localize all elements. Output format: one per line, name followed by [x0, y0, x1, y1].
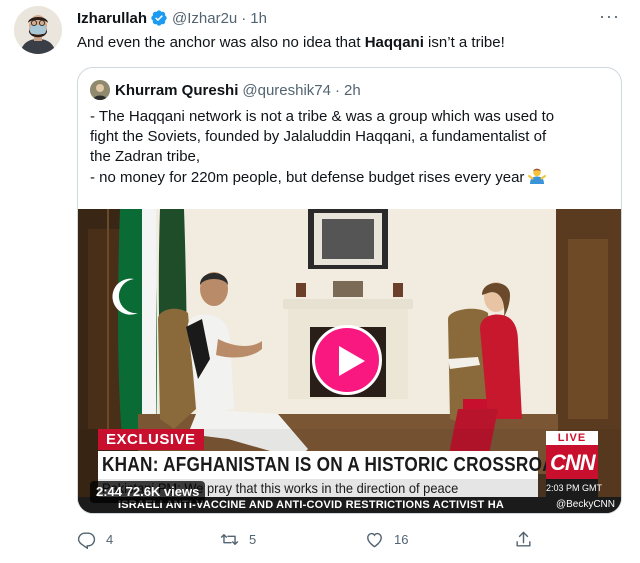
- reply-icon: [77, 531, 96, 549]
- retweet-button[interactable]: 5: [220, 527, 256, 551]
- tweet-text-bold: Haqqani: [364, 34, 424, 51]
- quoted-tweet-text: - The Haqqani network is not a tribe & w…: [90, 107, 609, 188]
- quoted-text-line: - no money for 220m people, but defense …: [90, 167, 609, 188]
- tweet-header: Izharullah @Izhar2u · 1h ···: [77, 7, 620, 29]
- video-player[interactable]: EXCLUSIVE KHAN: AFGHANISTAN IS ON A HIST…: [78, 209, 621, 513]
- cnn-logo: CNN: [550, 450, 596, 475]
- more-options-icon[interactable]: ···: [599, 7, 620, 25]
- quoted-text-line: - The Haqqani network is not a tribe & w…: [90, 108, 555, 125]
- broadcast-clock: 2:03 PM GMT: [546, 479, 602, 497]
- author-avatar[interactable]: [14, 6, 62, 54]
- quoted-tweet-header: Khurram Qureshi @qureshik74 · 2h: [90, 79, 361, 101]
- tweet: Izharullah @Izhar2u · 1h ··· And even th…: [0, 0, 640, 563]
- video-duration-views: 2:44 72.6K views: [90, 481, 206, 503]
- play-button[interactable]: [312, 325, 382, 395]
- like-count: 16: [394, 531, 409, 547]
- verified-badge-icon: [150, 9, 168, 27]
- heart-icon: [367, 532, 382, 547]
- retweet-icon: [220, 533, 239, 545]
- quoted-author-avatar: [90, 80, 110, 100]
- news-headline: KHAN: AFGHANISTAN IS ON A HISTORIC CROSS…: [102, 454, 580, 476]
- like-button[interactable]: 16: [365, 527, 408, 551]
- exclusive-label: EXCLUSIVE: [98, 429, 204, 450]
- ticker-handle: @BeckyCNN: [555, 499, 615, 510]
- live-badge: LIVE: [546, 431, 598, 445]
- separator-dot: ·: [334, 81, 340, 99]
- tweet-text: And even the anchor was also no idea tha…: [77, 33, 620, 53]
- author-handle[interactable]: @Izhar2u: [172, 10, 237, 27]
- network-logo-box: CNN: [546, 445, 598, 479]
- tweet-text-part: isn’t a tribe!: [423, 34, 505, 51]
- share-icon: [516, 531, 531, 547]
- quoted-tweet[interactable]: Khurram Qureshi @qureshik74 · 2h - The H…: [77, 67, 622, 514]
- separator-dot: ·: [241, 9, 247, 27]
- tweet-text-part: And even the anchor was also no idea tha…: [77, 34, 365, 51]
- quoted-text-line: the Zadran tribe,: [90, 148, 201, 165]
- quoted-text-line: fight the Soviets, founded by Jalaluddin…: [90, 128, 547, 145]
- reply-count: 4: [106, 531, 114, 547]
- headline-bar: KHAN: AFGHANISTAN IS ON A HISTORIC CROSS…: [98, 451, 579, 479]
- quoted-author-name: Khurram Qureshi: [115, 81, 239, 99]
- tweet-timestamp[interactable]: 1h: [250, 10, 267, 27]
- share-button[interactable]: [514, 527, 533, 551]
- man-shrugging-emoji-icon: [528, 167, 547, 185]
- tweet-actions: 4 5 16: [77, 527, 537, 551]
- quoted-author-handle: @qureshik74: [242, 81, 331, 99]
- quoted-text-line-4: - no money for 220m people, but defense …: [90, 169, 525, 186]
- author-name[interactable]: Izharullah: [77, 10, 147, 27]
- play-icon: [339, 346, 365, 376]
- reply-button[interactable]: 4: [77, 527, 113, 551]
- quoted-timestamp: 2h: [343, 81, 361, 99]
- retweet-count: 5: [249, 531, 257, 547]
